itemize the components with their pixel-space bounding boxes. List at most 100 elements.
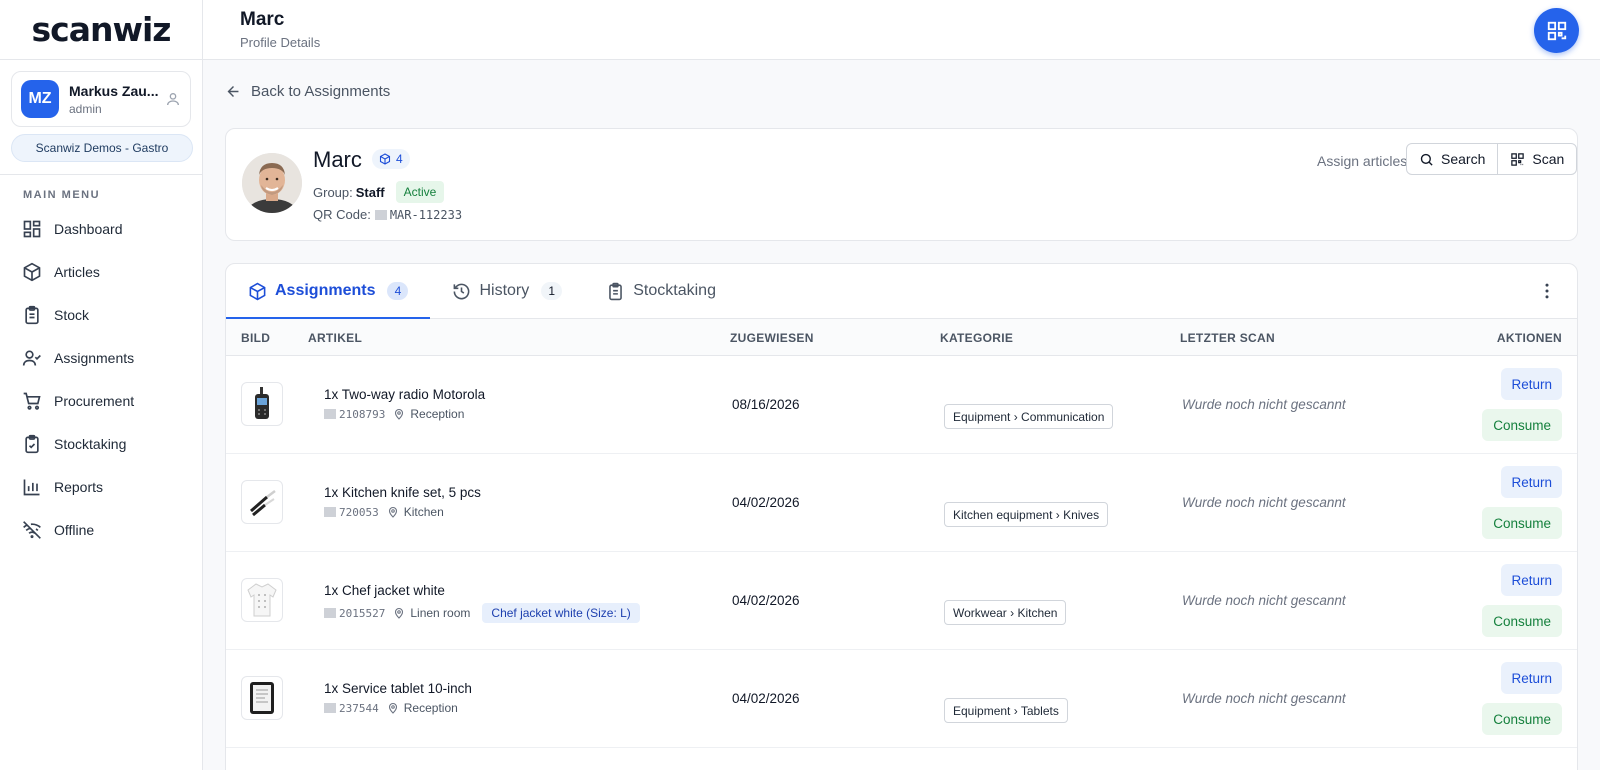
tab-count: 1	[541, 282, 563, 300]
barcode-icon	[324, 507, 336, 517]
sidebar-item-dashboard[interactable]: Dashboard	[0, 207, 203, 250]
qr-code-value: MAR-112233	[389, 207, 463, 222]
sidebar-item-assignments[interactable]: Assignments	[0, 336, 203, 379]
consume-button[interactable]: Consume	[1482, 605, 1562, 637]
search-icon	[1420, 153, 1433, 166]
assigned-date: 08/16/2026	[732, 397, 800, 412]
table-row: 1x Two-way radio Motorola 2108793 Recept…	[226, 356, 1577, 454]
assignments-panel: Assignments 4 History 1 Stocktaking BILD…	[225, 263, 1578, 770]
history-icon	[454, 283, 470, 299]
assign-button-group: Search Scan	[1406, 143, 1578, 175]
page-subtitle: Profile Details	[240, 35, 321, 50]
organization-selector[interactable]: Scanwiz Demos - Gastro	[11, 134, 193, 162]
sidebar-item-label: Reports	[54, 478, 104, 495]
user-role: admin	[69, 101, 102, 116]
table-row: 1x Kitchen knife set, 5 pcs 720053 Kitch…	[226, 454, 1577, 552]
article-title[interactable]: 1x Kitchen knife set, 5 pcs	[324, 485, 481, 500]
qr-label: QR Code:	[313, 207, 371, 222]
article-meta: 2108793 Reception	[324, 407, 464, 421]
assigned-date: 04/02/2026	[732, 593, 800, 608]
last-scan: Wurde noch nicht gescannt	[1182, 495, 1346, 510]
article-thumbnail[interactable]	[241, 382, 283, 426]
column-header-actions: AKTIONEN	[1496, 331, 1562, 345]
scan-button[interactable]: Scan	[1497, 144, 1576, 174]
clipboard-icon	[25, 305, 39, 324]
profile-qr-code: QR Code: MAR-112233	[313, 207, 462, 222]
profile-group: Group: Staff Active	[313, 181, 445, 203]
category-badge: Equipment › Communication	[944, 404, 1114, 429]
assignment-count-badge: 4	[372, 149, 410, 169]
wifi-off-icon	[23, 520, 41, 539]
consume-button[interactable]: Consume	[1482, 703, 1562, 735]
tab-bar: Assignments 4 History 1 Stocktaking	[226, 264, 1577, 319]
user-check-icon	[22, 350, 41, 366]
profile-card: Marc 4 Group: Staff Active QR Code: MAR-…	[225, 128, 1578, 241]
sidebar-item-reports[interactable]: Reports	[0, 465, 203, 508]
article-location: Reception	[403, 701, 458, 715]
return-button[interactable]: Return	[1501, 466, 1562, 498]
main-menu: Dashboard Articles Stock Assignments Pro…	[0, 207, 203, 551]
consume-button[interactable]: Consume	[1482, 507, 1562, 539]
sidebar-item-procurement[interactable]: Procurement	[0, 379, 203, 422]
article-code: 237544	[339, 701, 379, 715]
article-location: Linen room	[410, 606, 471, 620]
last-scan: Wurde noch nicht gescannt	[1182, 593, 1346, 608]
consume-button[interactable]: Consume	[1482, 409, 1562, 441]
article-location: Kitchen	[403, 505, 444, 519]
article-meta: 237544 Reception	[324, 701, 458, 715]
search-button[interactable]: Search	[1407, 144, 1497, 174]
article-title[interactable]: 1x Service tablet 10-inch	[324, 681, 472, 696]
sidebar-item-stocktaking[interactable]: Stocktaking	[0, 422, 203, 465]
back-to-assignments-link[interactable]: Back to Assignments	[225, 83, 390, 100]
qr-code-icon	[1547, 21, 1566, 40]
sidebar: scanwiz MZ Markus Zau... admin Scanwiz D…	[0, 0, 203, 770]
article-code: 720053	[339, 505, 379, 519]
article-thumbnail[interactable]	[241, 676, 283, 720]
tab-label: Stocktaking	[633, 282, 716, 299]
return-button[interactable]: Return	[1501, 662, 1562, 694]
logo[interactable]: scanwiz	[0, 0, 202, 60]
user-name: Markus Zau...	[69, 82, 159, 99]
clipboard-check-icon	[25, 434, 39, 453]
sidebar-item-stock[interactable]: Stock	[0, 293, 203, 336]
top-header: Marc Profile Details	[203, 0, 1600, 60]
article-thumbnail[interactable]	[241, 480, 283, 524]
category-badge: Workwear › Kitchen	[944, 600, 1067, 625]
assigned-date: 04/02/2026	[732, 691, 800, 706]
qr-scan-button[interactable]	[1534, 8, 1579, 53]
tab-count: 4	[387, 282, 409, 300]
column-header-assigned: ZUGEWIESEN	[730, 331, 814, 345]
tab-history[interactable]: History 1	[430, 264, 584, 318]
search-button-label: Search	[1441, 151, 1486, 167]
arrow-left-icon	[227, 86, 239, 97]
column-header-image: BILD	[241, 331, 271, 345]
sidebar-divider	[0, 174, 203, 175]
user-icon	[167, 93, 179, 106]
table-row: 1x Service tablet 10-inch 237544 Recepti…	[226, 650, 1577, 748]
article-location: Reception	[410, 407, 465, 421]
article-title[interactable]: 1x Two-way radio Motorola	[324, 387, 485, 402]
article-code: 2108793	[339, 407, 386, 421]
return-button[interactable]: Return	[1501, 368, 1562, 400]
qr-code-icon	[1511, 152, 1525, 166]
more-options-icon[interactable]	[1537, 281, 1557, 301]
cube-icon	[249, 282, 266, 300]
bar-chart-icon	[23, 479, 40, 495]
tab-stocktaking[interactable]: Stocktaking	[584, 264, 738, 318]
table-row: 1x Chef jacket white 2015527 Linen room …	[226, 552, 1577, 650]
back-link-label: Back to Assignments	[251, 83, 391, 100]
tab-label: Assignments	[275, 282, 376, 299]
tab-assignments[interactable]: Assignments 4	[226, 264, 431, 319]
sidebar-item-articles[interactable]: Articles	[0, 250, 203, 293]
page-title: Marc	[240, 9, 285, 30]
group-value: Staff	[355, 184, 385, 200]
cube-icon	[379, 153, 391, 165]
sidebar-item-offline[interactable]: Offline	[0, 508, 203, 551]
location-pin-icon	[395, 408, 404, 420]
logo-text: scanwiz	[31, 10, 172, 49]
return-button[interactable]: Return	[1501, 564, 1562, 596]
article-title[interactable]: 1x Chef jacket white	[324, 583, 445, 598]
user-card[interactable]: MZ Markus Zau... admin	[11, 71, 191, 127]
article-thumbnail[interactable]	[241, 578, 283, 622]
cart-icon	[23, 392, 41, 410]
